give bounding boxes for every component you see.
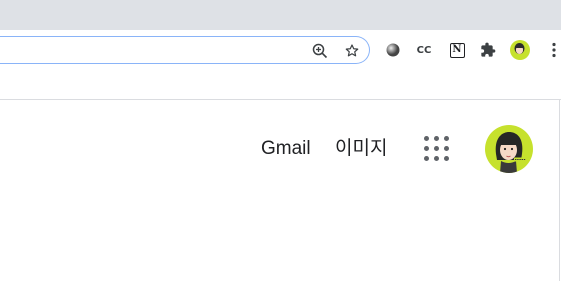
address-bar[interactable] [0, 36, 370, 64]
browser-toolbar: CC N [0, 30, 561, 70]
profile-avatar-icon[interactable] [510, 40, 530, 60]
gmail-link[interactable]: Gmail [261, 137, 311, 161]
notion-extension-icon[interactable]: N [447, 40, 467, 60]
cc-extension-icon[interactable]: CC [414, 40, 434, 60]
images-link[interactable]: 이미지 [335, 137, 387, 161]
apps-grid-icon[interactable] [424, 136, 450, 162]
page-edge [559, 100, 560, 281]
toolbar-divider [0, 99, 561, 100]
zoom-icon[interactable] [311, 42, 329, 60]
bookmark-star-icon[interactable] [343, 42, 361, 60]
kebab-menu-icon[interactable] [544, 40, 561, 60]
notion-extension-label: N [452, 44, 462, 55]
cc-extension-label: CC [416, 44, 432, 56]
tab-strip [0, 0, 561, 30]
puzzle-icon[interactable] [478, 40, 498, 60]
account-avatar-icon[interactable] [485, 125, 533, 173]
circle-extension-icon[interactable] [383, 40, 403, 60]
